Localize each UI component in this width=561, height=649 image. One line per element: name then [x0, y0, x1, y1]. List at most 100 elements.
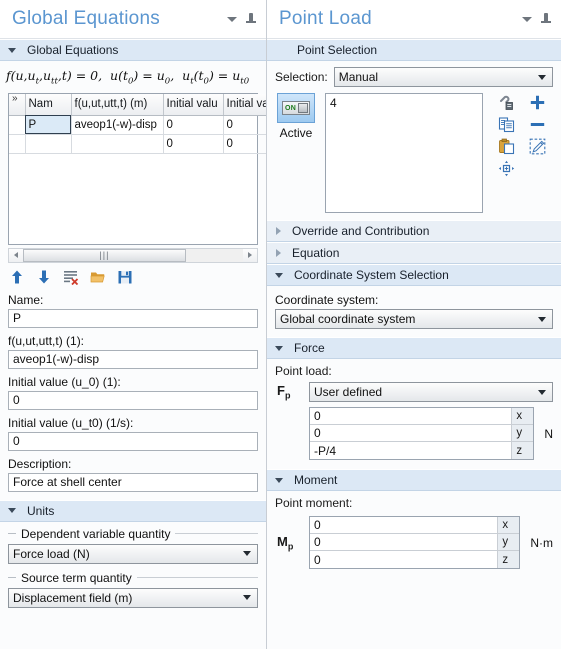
point-moment-label: Point moment: — [275, 496, 353, 510]
chevron-down-icon[interactable] — [522, 16, 532, 22]
move-down-icon[interactable] — [36, 269, 52, 285]
collapse-triangle-icon — [8, 47, 16, 53]
cell-expression[interactable]: aveop1(-w)-disp — [71, 115, 164, 135]
save-to-file-icon[interactable] — [117, 269, 133, 285]
coordinate-system-label: Coordinate system: — [275, 293, 379, 307]
toggle-knob — [298, 103, 308, 113]
pin-icon[interactable] — [541, 12, 551, 26]
section-header-override-and-contribution[interactable]: Override and Contribution — [267, 220, 561, 242]
section-header-equation[interactable]: Equation — [267, 242, 561, 264]
table-header-row: Nam f(u,ut,utt,t) (m) Initial valu Initi… — [9, 93, 266, 116]
chevron-down-icon — [243, 551, 251, 556]
input-initial-value-ut0[interactable]: 0 — [8, 431, 258, 451]
cell-name[interactable] — [25, 134, 72, 154]
force-component-z[interactable]: -P/4 z — [310, 442, 534, 459]
copy-icon[interactable] — [498, 116, 515, 133]
chevron-down-icon[interactable] — [227, 16, 237, 22]
force-x-axis-label: x — [511, 408, 534, 424]
page-title: Point Load — [279, 8, 372, 29]
moment-y-axis-label: y — [497, 534, 520, 550]
selection-mode-value: Manual — [338, 70, 379, 84]
moment-component-x[interactable]: 0 x — [310, 517, 520, 534]
active-toggle-button[interactable]: ON — [277, 93, 315, 123]
cell-initial-2[interactable]: 0 — [223, 115, 266, 135]
input-name[interactable]: P — [8, 308, 258, 328]
section-header-force[interactable]: Force — [267, 337, 561, 359]
global-equations-table[interactable]: Nam f(u,ut,utt,t) (m) Initial valu Initi… — [8, 92, 266, 245]
input-expression[interactable]: aveop1(-w)-disp — [8, 349, 258, 369]
zoom-to-selection-icon[interactable] — [498, 160, 515, 177]
left-panel-body: Global Equations f(u,ut,utt,t) = 0, u(t0… — [0, 39, 266, 649]
toggle-state-label: ON — [285, 104, 297, 112]
selection-listbox[interactable]: 4 — [325, 93, 483, 213]
table-horizontal-scrollbar[interactable]: ||| — [8, 247, 258, 263]
col-header-name[interactable]: Nam — [25, 93, 72, 116]
point-load-label: Point load: — [275, 364, 332, 378]
grip-icon: ||| — [99, 249, 110, 260]
cell-expression[interactable] — [71, 134, 164, 154]
load-from-file-icon[interactable] — [90, 269, 106, 285]
force-x-value[interactable]: 0 — [310, 408, 512, 424]
section-header-moment[interactable]: Moment — [267, 469, 561, 491]
row-header-cell[interactable] — [9, 134, 26, 154]
group-dash — [8, 533, 16, 534]
source-term-quantity-select[interactable]: Displacement field (m) — [8, 587, 258, 608]
move-up-icon[interactable] — [9, 269, 25, 285]
label-description: Description: — [8, 456, 72, 471]
clear-selection-icon[interactable] — [529, 138, 546, 155]
force-vector-row: 0 x 0 y -P/4 z N — [275, 405, 553, 462]
expand-triangle-icon — [276, 227, 281, 235]
section-header-point-selection[interactable]: Point Selection — [267, 39, 561, 61]
label-initial-value-ut0: Initial value (u_t0) (1/s): — [8, 415, 134, 430]
cell-initial-2[interactable]: 0 — [223, 134, 266, 154]
scroll-thumb[interactable]: ||| — [23, 248, 186, 262]
toggle-switch-icon: ON — [282, 101, 310, 115]
table-corner-header[interactable] — [9, 93, 26, 116]
input-description[interactable]: Force at shell center — [8, 472, 258, 492]
paste-link-icon[interactable] — [498, 94, 515, 111]
col-header-initial-value-1[interactable]: Initial valu — [163, 93, 224, 116]
input-initial-value-u0[interactable]: 0 — [8, 390, 258, 410]
paste-icon[interactable] — [498, 138, 515, 155]
coordinate-system-select[interactable]: Global coordinate system — [275, 309, 553, 329]
table-row[interactable]: 0 0 — [9, 134, 266, 154]
moment-vector-inputs: 0 x 0 y 0 z — [309, 516, 521, 569]
moment-component-y[interactable]: 0 y — [310, 534, 520, 551]
global-equations-panel: Global Equations Global Equations f(u,ut… — [0, 0, 267, 649]
force-vector-stack: 0 x 0 y -P/4 z N — [309, 407, 553, 460]
selection-mode-select[interactable]: Manual — [333, 67, 553, 87]
scroll-right-button[interactable] — [243, 248, 257, 262]
force-z-value[interactable]: -P/4 — [310, 442, 512, 459]
collapse-triangle-icon — [275, 345, 283, 351]
cell-initial-1[interactable]: 0 — [163, 115, 224, 135]
moment-component-z[interactable]: 0 z — [310, 551, 520, 568]
table-empty-area[interactable] — [9, 153, 257, 244]
list-item[interactable]: 4 — [330, 96, 478, 110]
force-component-x[interactable]: 0 x — [310, 408, 534, 425]
moment-z-value[interactable]: 0 — [310, 551, 498, 568]
dependent-variable-quantity-select[interactable]: Force load (N) — [8, 543, 258, 564]
right-panel-titlebar: Point Load — [267, 0, 561, 39]
section-header-coordinate-system-selection[interactable]: Coordinate System Selection — [267, 264, 561, 286]
section-header-units[interactable]: Units — [0, 499, 266, 522]
force-component-y[interactable]: 0 y — [310, 425, 534, 442]
cell-name[interactable]: P — [25, 115, 72, 135]
force-y-value[interactable]: 0 — [310, 425, 512, 441]
col-header-expression[interactable]: f(u,ut,utt,t) (m) — [71, 93, 164, 116]
col-header-initial-value-2[interactable]: Initial va — [223, 93, 266, 116]
section-header-global-equations[interactable]: Global Equations — [0, 39, 266, 61]
clear-table-icon[interactable] — [63, 269, 79, 285]
remove-icon[interactable] — [529, 116, 546, 133]
add-icon[interactable] — [529, 94, 546, 111]
source-term-quantity-value: Displacement field (m) — [13, 590, 133, 605]
table-row[interactable]: P aveop1(-w)-disp 0 0 — [9, 115, 266, 135]
row-header-cell[interactable] — [9, 115, 26, 135]
point-load-type-select[interactable]: User defined — [309, 382, 553, 402]
moment-x-value[interactable]: 0 — [310, 517, 498, 533]
scroll-track[interactable]: ||| — [23, 248, 243, 262]
moment-y-value[interactable]: 0 — [310, 534, 498, 550]
cell-initial-1[interactable]: 0 — [163, 134, 224, 154]
scroll-left-button[interactable] — [9, 248, 23, 262]
point-load-panel: Point Load Point Selection Selection: Ma… — [267, 0, 561, 649]
pin-icon[interactable] — [246, 12, 256, 26]
